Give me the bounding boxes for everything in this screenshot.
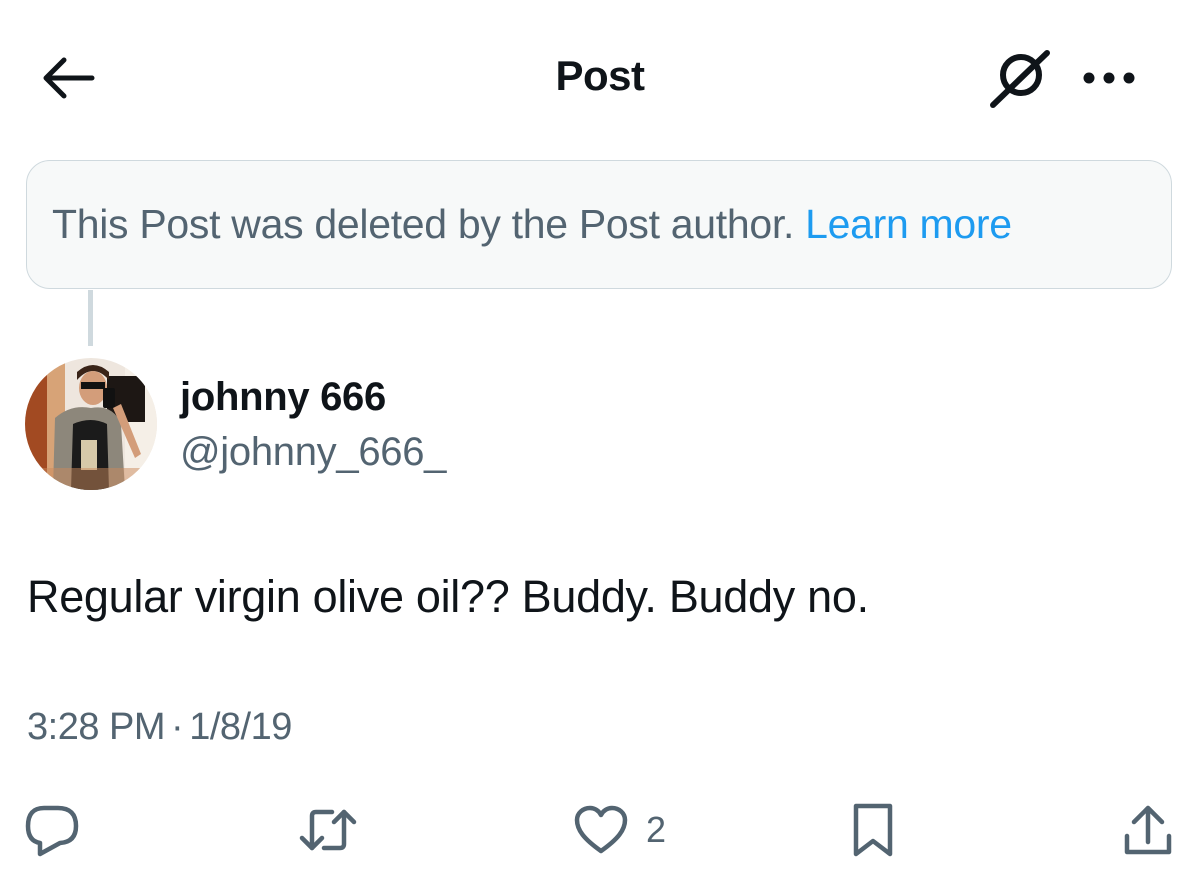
avatar[interactable] [25,358,157,490]
repost-button[interactable] [298,790,358,870]
timestamp-separator: · [171,706,184,748]
author-display-name[interactable]: johnny 666 [180,375,386,420]
post-time: 3:28 PM [27,706,166,748]
action-bar: 2 [0,790,1200,870]
post-timestamp[interactable]: 3:28 PM · 1/8/19 [27,706,292,749]
deleted-post-notice: This Post was deleted by the Post author… [26,160,1172,289]
share-icon [1124,805,1172,855]
like-count: 2 [646,809,667,850]
bookmark-button[interactable] [851,790,895,870]
more-options-button[interactable] [1076,58,1142,98]
post-date: 1/8/19 [189,706,292,748]
post-text: Regular virgin olive oil?? Buddy. Buddy … [27,571,869,622]
bookmark-icon [853,803,893,857]
grok-button[interactable] [985,46,1055,110]
heart-icon [574,805,628,854]
grok-icon [990,50,1050,108]
repost-icon [299,809,357,851]
reply-button[interactable] [24,790,80,870]
thread-connector-line [88,290,93,346]
deleted-notice-text: This Post was deleted by the Post author… [52,201,795,247]
learn-more-link[interactable]: Learn more [805,201,1012,248]
reply-icon [25,805,79,857]
like-button[interactable]: 2 [574,790,666,870]
author-handle[interactable]: @johnny_666_ [180,430,446,475]
top-bar: Post [0,0,1200,150]
more-horizontal-icon [1083,72,1135,84]
avatar-image [25,358,157,490]
share-button[interactable] [1122,790,1174,870]
